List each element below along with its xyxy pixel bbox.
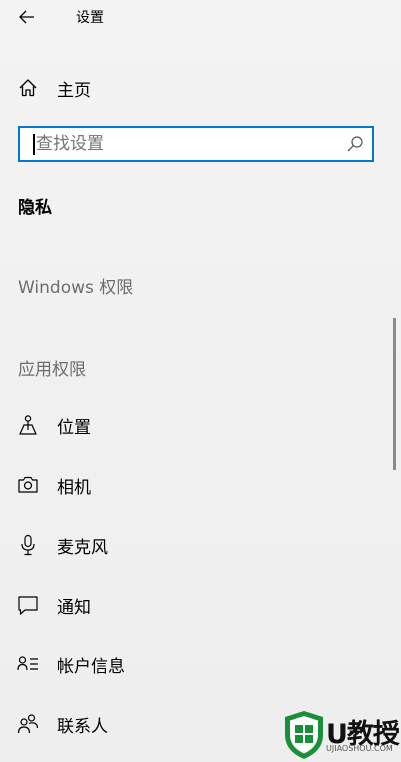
home-icon [17, 77, 39, 99]
nav-item-label: 联系人 [57, 716, 108, 737]
microphone-icon [17, 534, 39, 556]
camera-icon [17, 474, 39, 496]
nav-item-microphone[interactable]: 麦克风 [0, 525, 380, 565]
nav-item-notifications[interactable]: 通知 [0, 585, 380, 625]
nav-item-account-info[interactable]: 帐户信息 [0, 644, 380, 684]
nav-item-label: 麦克风 [57, 537, 108, 558]
nav-item-label: 通知 [57, 597, 91, 618]
search-icon[interactable] [346, 135, 364, 153]
back-button[interactable] [12, 4, 42, 30]
window-title: 设置 [76, 10, 104, 26]
search-box[interactable] [18, 126, 374, 162]
shield-logo-icon [285, 711, 323, 759]
watermark-logo: U教授 UJIAOSHOU.COM [280, 708, 401, 762]
nav-item-location[interactable]: 位置 [0, 405, 380, 445]
nav-item-label: 相机 [57, 477, 91, 498]
group-heading-windows-permissions: Windows 权限 [18, 278, 134, 298]
home-nav-item[interactable]: 主页 [0, 68, 380, 108]
back-arrow-icon [19, 10, 34, 24]
scrollbar-thumb[interactable] [393, 318, 396, 470]
section-title: 隐私 [18, 198, 52, 218]
group-heading-app-permissions: 应用权限 [18, 360, 86, 380]
text-caret [33, 134, 35, 155]
watermark-subtext: UJIAOSHOU.COM [326, 744, 393, 753]
home-label: 主页 [57, 80, 91, 101]
search-input[interactable] [28, 132, 336, 156]
location-icon [17, 414, 39, 436]
contacts-icon [17, 713, 39, 735]
title-bar: 设置 [0, 0, 401, 34]
nav-item-camera[interactable]: 相机 [0, 465, 380, 505]
notification-icon [17, 594, 39, 616]
nav-item-label: 帐户信息 [57, 656, 125, 677]
account-info-icon [17, 653, 39, 675]
settings-window: 设置 主页 隐私 Windows 权限 应用权限 位置 [0, 0, 401, 762]
nav-item-label: 位置 [57, 417, 91, 438]
